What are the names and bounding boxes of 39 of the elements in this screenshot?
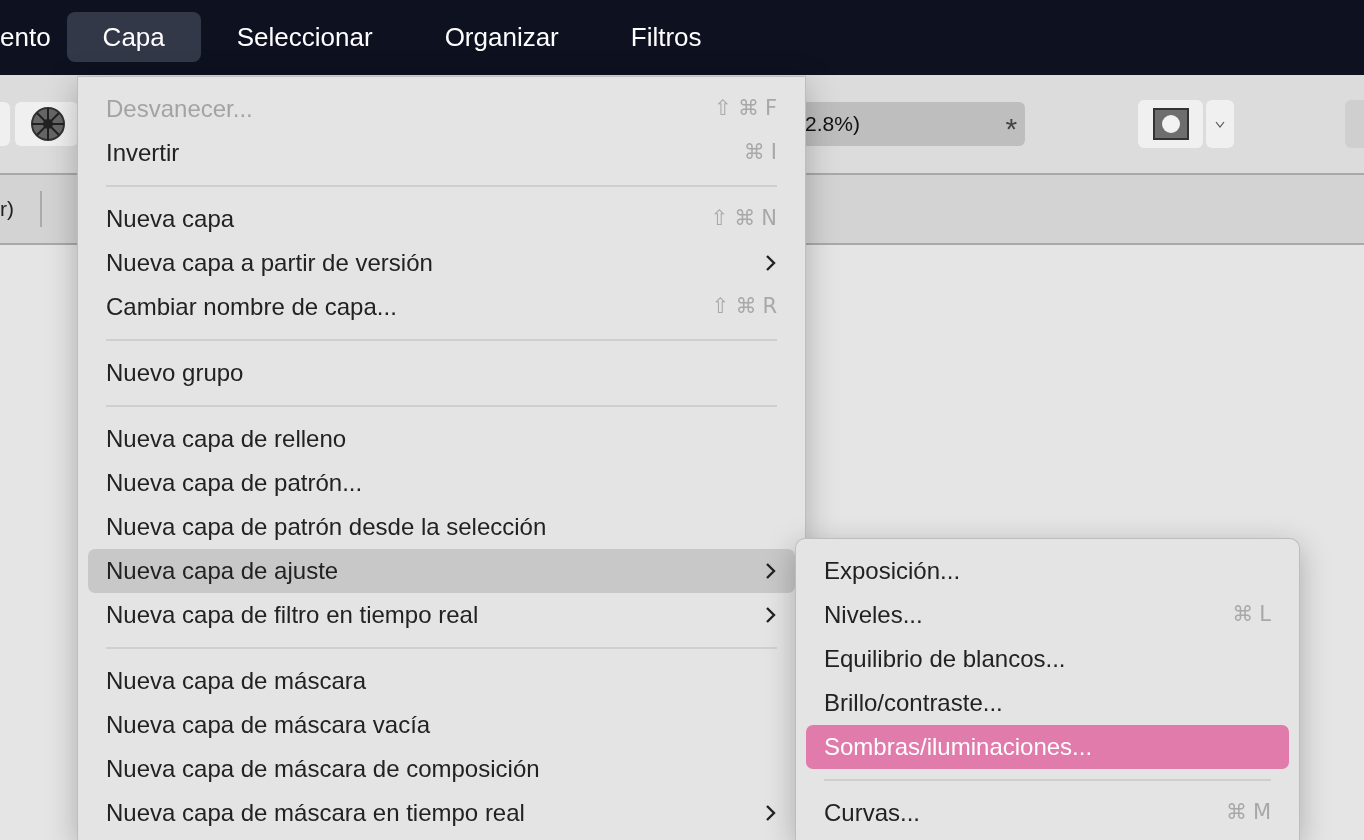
menu-item[interactable]: Curvas... ⌘M	[806, 791, 1289, 835]
wheel-icon	[29, 106, 66, 142]
menu-item[interactable]: Nueva capa de máscara en tiempo real	[88, 791, 795, 835]
menu-bar-item[interactable]: ento	[0, 12, 67, 62]
menu-item[interactable]: Nueva capa de patrón desde la selección	[88, 505, 795, 549]
menu-item[interactable]: Nueva capa ⇧⌘N	[88, 197, 795, 241]
shortcut-text: ⌘L	[1232, 601, 1277, 629]
menu-item[interactable]: Nueva capa a partir de versión	[88, 241, 795, 285]
shortcut-text: ⇧⌘F	[714, 95, 783, 123]
shortcut-text: ⇧⌘N	[710, 205, 783, 233]
toolbar-text: r)	[0, 196, 14, 223]
menu-item[interactable]: Nueva capa de relleno	[88, 417, 795, 461]
menu-item[interactable]: Nuevo grupo	[88, 351, 795, 395]
menu-item[interactable]: Nueva capa de filtro en tiempo real	[88, 593, 795, 637]
menu-item[interactable]: Cambiar nombre de capa... ⇧⌘R	[88, 285, 795, 329]
menu-bar-item[interactable]: Organizar	[408, 12, 595, 62]
menu-item[interactable]: Invertir ⌘I	[88, 131, 795, 175]
zoom-value: 2.8%)	[805, 111, 860, 138]
shortcut-text: ⇧⌘R	[711, 293, 783, 321]
menu-bar-item[interactable]: Filtros	[594, 12, 738, 62]
dropdown-button[interactable]	[1206, 100, 1234, 148]
menu-item[interactable]: Nueva capa de ajuste	[88, 549, 795, 593]
menu-item[interactable]: Nueva capa de máscara vacía	[88, 703, 795, 747]
wheel-button[interactable]	[14, 102, 79, 146]
chevron-down-icon	[1215, 120, 1225, 128]
menu-item[interactable]: Nueva capa de máscara de composición	[88, 747, 795, 791]
menu-item[interactable]: Brillo/contraste...	[806, 681, 1289, 725]
menu-item[interactable]: Equilibrio de blancos...	[806, 637, 1289, 681]
menu-item[interactable]: Niveles... ⌘L	[806, 593, 1289, 637]
menu-item[interactable]: Nueva capa de máscara	[88, 659, 795, 703]
mask-icon	[1152, 108, 1189, 140]
shortcut-text: ⌘M	[1225, 799, 1277, 827]
menu-item[interactable]: Exposición...	[806, 549, 1289, 593]
modified-marker: *	[1005, 111, 1018, 144]
mask-button[interactable]	[1138, 100, 1204, 148]
menu-item[interactable]: Nueva capa de patrón...	[88, 461, 795, 505]
menu-bar-item[interactable]: Seleccionar	[200, 12, 409, 62]
shortcut-text: ⌘I	[743, 139, 783, 167]
menu-bar-item[interactable]: Capa	[66, 12, 201, 62]
